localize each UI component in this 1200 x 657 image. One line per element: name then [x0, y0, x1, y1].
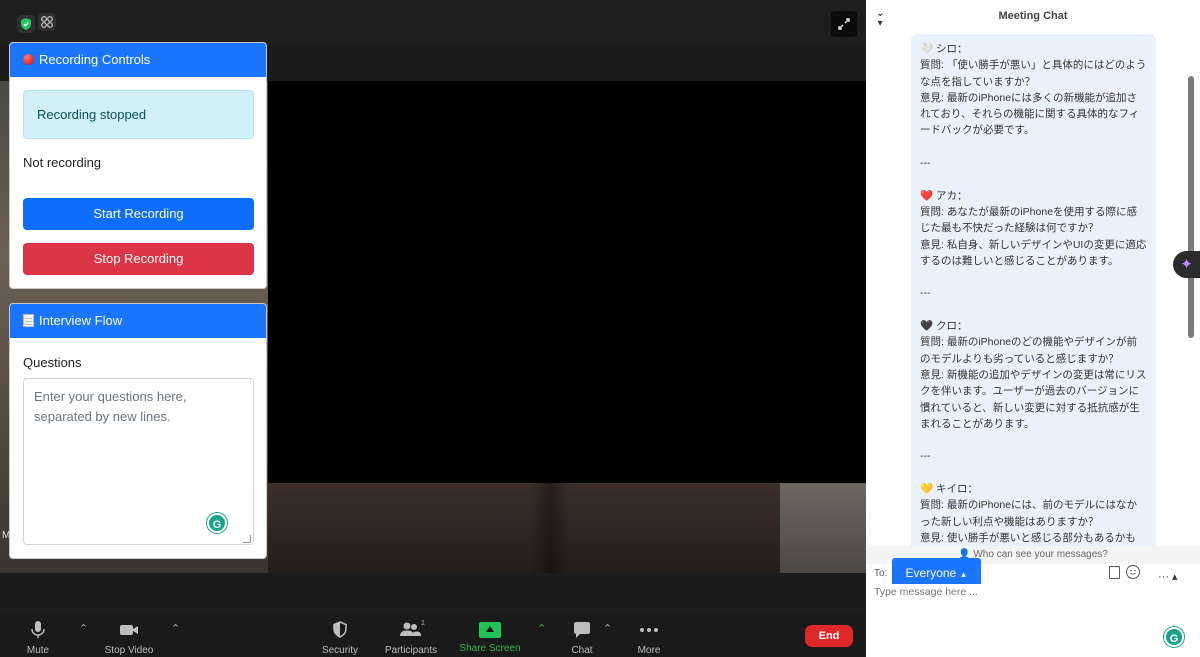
meeting-top-bar: [0, 0, 866, 46]
chat-message-line: ---: [920, 287, 931, 300]
end-meeting-button[interactable]: End: [805, 625, 853, 647]
encryption-shield-icon[interactable]: [17, 15, 35, 33]
interview-flow-panel: Interview Flow Questions Enter your ques…: [9, 303, 267, 559]
ai-sparkle-icon[interactable]: ✦: [1173, 251, 1200, 278]
participants-label: Participants: [384, 645, 438, 656]
notepad-icon: [23, 314, 34, 327]
video-options-chevron-icon[interactable]: ⌃: [171, 622, 180, 635]
share-screen-button[interactable]: Share Screen: [457, 618, 523, 654]
chat-message-line: [920, 302, 1147, 318]
chat-scrollbar[interactable]: [1188, 76, 1194, 338]
caret-up-icon: ▲: [959, 570, 968, 579]
chat-button[interactable]: Chat: [568, 618, 596, 656]
share-screen-label: Share Screen: [459, 643, 521, 654]
mute-label: Mute: [26, 645, 50, 656]
view-layout-icon[interactable]: [38, 13, 56, 31]
recipient-label: Everyone: [905, 566, 957, 580]
chat-label: Chat: [571, 645, 593, 656]
chat-message: 🤍 シロ： 質問: 「使い勝手が悪い」と具体的にはどのような点を指していますか？ 意…: [911, 34, 1156, 546]
chat-message-line: [920, 269, 1147, 285]
participants-button[interactable]: 1 Participants: [381, 618, 441, 656]
chat-message-line: 質問: 「使い勝手が悪い」と具体的にはどのような点を指していますか？: [920, 59, 1147, 88]
grammarly-icon[interactable]: G: [207, 513, 227, 533]
chat-message-line: 質問: あなたが最新のiPhoneを使用する際に感じた最も不快だった経験は何です…: [920, 205, 1138, 235]
message-input[interactable]: [874, 584, 1164, 600]
file-attach-icon[interactable]: [1109, 566, 1120, 579]
chat-message-line: [920, 171, 1147, 187]
chat-message-line: ---: [920, 450, 931, 463]
red-circle-icon: [23, 54, 34, 65]
more-options-icon[interactable]: ··· ▴: [1158, 572, 1178, 583]
who-can-see-text: Who can see your messages?: [973, 549, 1108, 560]
chat-message-line: ❤️ アカ：: [920, 189, 968, 202]
chevron-down-icon[interactable]: ⌄ ▾: [876, 9, 884, 29]
video-shading: [530, 483, 570, 573]
participants-count: 1: [421, 620, 425, 627]
emoji-icon[interactable]: [1126, 565, 1140, 579]
fullscreen-icon[interactable]: [831, 11, 857, 37]
recording-status-text: Not recording: [23, 155, 102, 170]
grammarly-chat-icon[interactable]: G: [1164, 627, 1184, 647]
interview-flow-title: Interview Flow: [39, 313, 123, 328]
questions-label: Questions: [23, 355, 82, 370]
chat-message-line: 質問: 最新のiPhoneには、前のモデルにはなかった新しい利点や機能はあります…: [920, 499, 1138, 528]
start-recording-button[interactable]: Start Recording: [23, 198, 254, 230]
chat-options-chevron-icon[interactable]: ⌃: [603, 622, 612, 635]
more-button[interactable]: More: [634, 618, 664, 656]
chat-message-line: 意見: 私自身、新しいデザインやUIの変更に適応するのは難しいと感じることがあり…: [920, 238, 1147, 267]
share-screen-icon: [479, 622, 501, 638]
recording-controls-panel: Recording Controls Recording stopped Not…: [9, 42, 267, 289]
meeting-chat-panel: ⌄ ▾ Meeting Chat 🤍 シロ： 質問: 「使い勝手が悪い」と具体的には…: [866, 0, 1200, 657]
video-background: [780, 483, 866, 573]
recording-controls-header: Recording Controls: [10, 43, 266, 77]
security-shield-icon: [333, 621, 347, 638]
chat-message-line: [920, 139, 1147, 155]
security-label: Security: [321, 645, 359, 656]
chat-message-line: ---: [920, 157, 931, 170]
meeting-toolbar: Mute ⌃ Stop Video ⌃ Security 1 Participa…: [0, 614, 866, 657]
chat-title: Meeting Chat: [998, 10, 1068, 22]
more-dots-icon: [640, 628, 658, 632]
audio-options-chevron-icon[interactable]: ⌃: [79, 622, 88, 635]
more-label: More: [637, 645, 661, 656]
participants-icon: 1: [400, 620, 425, 636]
recipient-selector[interactable]: Everyone ▲: [892, 558, 981, 584]
textarea-resize-handle[interactable]: [243, 535, 251, 543]
share-options-chevron-icon[interactable]: ⌃: [537, 622, 546, 635]
chat-message-line: [920, 432, 1147, 448]
mute-button[interactable]: Mute: [20, 618, 56, 656]
recording-controls-title: Recording Controls: [39, 52, 151, 67]
security-button[interactable]: Security: [318, 618, 362, 656]
stop-video-button[interactable]: Stop Video: [100, 618, 158, 656]
chat-message-line: 🤍 シロ：: [920, 43, 968, 55]
microphone-icon: [31, 621, 45, 638]
chat-message-line: 💛 キイロ：: [920, 483, 978, 496]
to-label: To:: [874, 568, 888, 579]
recording-status-alert: Recording stopped: [23, 90, 254, 139]
chat-bubble-icon: [574, 622, 590, 638]
chat-message-line: [920, 465, 1147, 481]
chat-message-line: 意見: 新機能の追加やデザインの変更は常にリスクを伴います。ユーザーが過去のバー…: [920, 368, 1147, 430]
chat-message-line: 意見: 最新のiPhoneには多くの新機能が追加されており、それらの機能に関する…: [920, 91, 1140, 137]
interview-flow-header: Interview Flow: [10, 304, 266, 338]
chat-message-line: 質問: 最新のiPhoneのどの機能やデザインが前のモデルよりも劣っていると感じ…: [920, 336, 1138, 365]
chat-header: ⌄ ▾ Meeting Chat: [866, 0, 1200, 32]
stop-video-label: Stop Video: [104, 645, 154, 656]
video-camera-icon: [120, 625, 138, 635]
stop-recording-button[interactable]: Stop Recording: [23, 243, 254, 275]
chat-message-line: 意見: 使い勝手が悪いと感じる部分もあるかも: [920, 531, 1136, 544]
chat-message-line: 🖤 クロ：: [920, 320, 968, 333]
